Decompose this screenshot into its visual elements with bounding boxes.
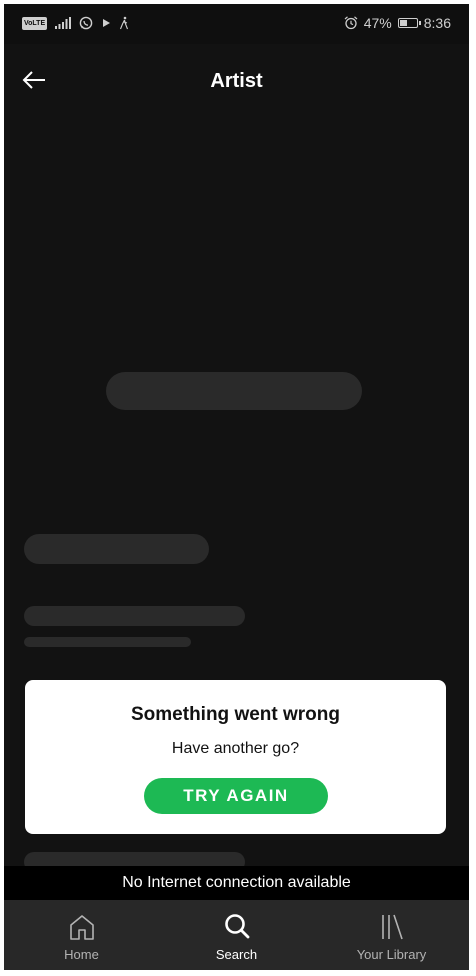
skeleton-line-1 <box>24 606 245 626</box>
page-title: Artist <box>210 70 263 92</box>
play-icon <box>103 19 111 27</box>
skeleton-heading <box>24 534 209 564</box>
skeleton-artist-name <box>106 372 362 410</box>
clock-time: 8:36 <box>423 15 451 31</box>
dialog-title: Something went wrong <box>131 704 340 725</box>
offline-banner: No Internet connection available <box>4 866 469 900</box>
nav-label-home: Home <box>64 947 99 962</box>
search-icon <box>224 914 249 939</box>
walking-icon <box>120 16 129 30</box>
battery-level-fill <box>399 20 407 26</box>
bottom-navigation: Home Search Your Library <box>4 900 469 970</box>
nav-item-search[interactable]: Search <box>159 900 314 970</box>
try-again-button[interactable]: TRY AGAIN <box>144 778 328 814</box>
nav-label-search: Search <box>215 947 258 962</box>
status-right-group: 47% 8:36 <box>344 15 451 31</box>
whatsapp-icon <box>79 16 93 30</box>
battery-icon <box>397 18 421 28</box>
top-app-bar: Artist <box>4 44 469 120</box>
nav-label-library: Your Library <box>356 947 427 962</box>
library-icon <box>381 914 403 940</box>
alarm-icon <box>344 16 358 30</box>
volte-badge: VoLTE <box>22 16 48 30</box>
battery-percent: 47% <box>363 15 392 31</box>
status-left-group: VoLTE <box>22 16 129 30</box>
status-bar: VoLTE 47% 8:36 <box>4 4 469 44</box>
app-screen: VoLTE 47% 8:36 Artist Something went wro… <box>4 4 469 970</box>
error-dialog: Something went wrong Have another go? TR… <box>25 680 446 834</box>
signal-icon <box>55 17 72 29</box>
home-icon <box>69 915 94 940</box>
nav-item-library[interactable]: Your Library <box>314 900 469 970</box>
dialog-subtitle: Have another go? <box>171 740 300 757</box>
skeleton-line-2 <box>24 637 191 647</box>
nav-item-home[interactable]: Home <box>4 900 159 970</box>
